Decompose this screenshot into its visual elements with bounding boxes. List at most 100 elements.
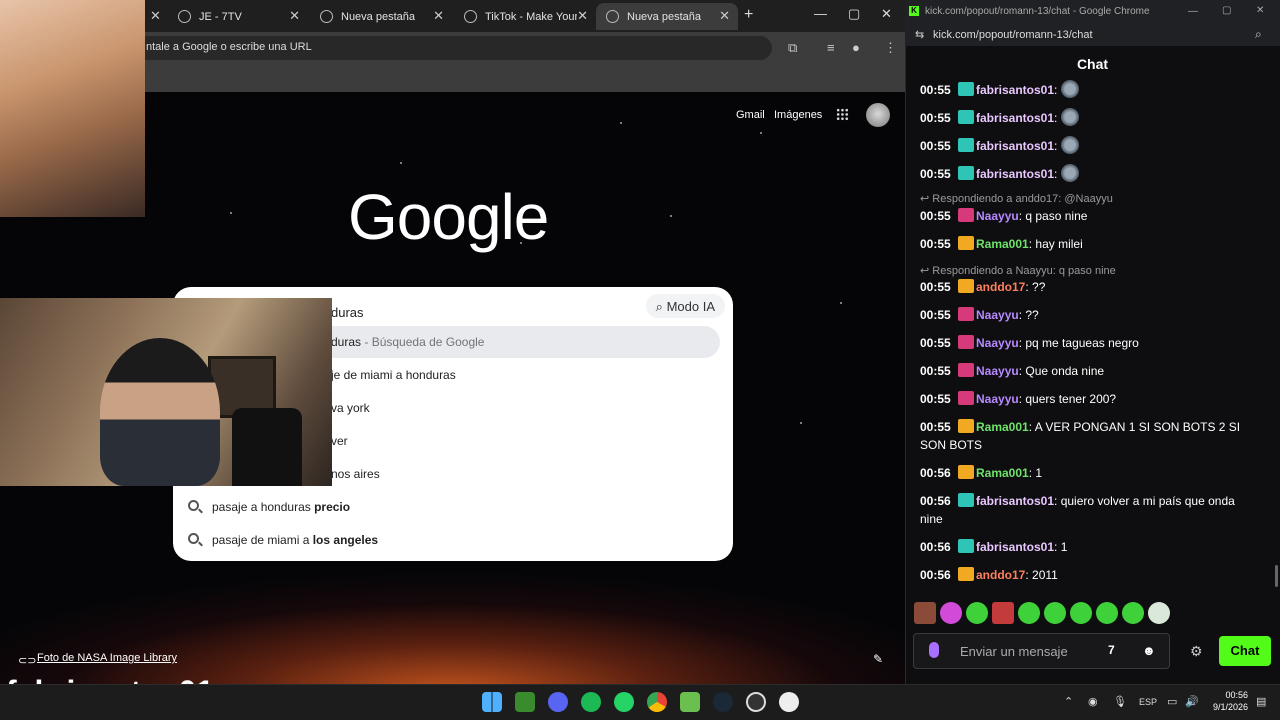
suggestion[interactable]: pasaje a honduras precio: [173, 491, 733, 523]
site-info-icon[interactable]: ⇆: [915, 28, 924, 41]
send-chat-button[interactable]: Chat: [1219, 636, 1271, 666]
profile-icon[interactable]: ●: [852, 40, 860, 55]
close-icon[interactable]: ✕: [433, 8, 444, 24]
close-icon[interactable]: ✕: [289, 8, 300, 24]
images-link[interactable]: Imágenes: [774, 109, 822, 121]
emote-icon[interactable]: [1096, 602, 1118, 624]
ai-mode-button[interactable]: ⌕ Modo IA: [645, 294, 725, 318]
webcam-overlay-streamer: [0, 298, 332, 486]
chat-url-bar[interactable]: kick.com/popout/romann-13/chat: [905, 24, 1280, 46]
badge-icon: [958, 567, 974, 581]
notification-icon[interactable]: ▤: [1256, 695, 1266, 708]
emote-bar: [914, 602, 1184, 624]
chat-message: 00:55 Naayyu: q paso nine: [920, 208, 1088, 223]
network-icon[interactable]: ▭: [1167, 695, 1177, 708]
kick-logo-icon: K: [909, 6, 919, 16]
media-icon[interactable]: ≡: [827, 40, 835, 55]
chat-header: Chat: [1076, 56, 1109, 72]
emote-icon: [1060, 80, 1079, 98]
gear-icon[interactable]: ⚙: [1190, 643, 1203, 660]
tab-tiktok[interactable]: TikTok - Make Your Da✕: [454, 3, 596, 30]
apps-grid-icon[interactable]: [836, 108, 849, 121]
emoji-icon[interactable]: ☻: [1142, 643, 1156, 658]
emote-icon[interactable]: [1070, 602, 1092, 624]
emote-icon[interactable]: [1122, 602, 1144, 624]
menu-icon[interactable]: ⋮: [884, 40, 897, 56]
google-logo: Google: [348, 181, 549, 253]
maximize-icon[interactable]: ▢: [1222, 5, 1231, 16]
chat-message: 00:55 fabrisantos01:: [920, 108, 1260, 127]
chat-message: 00:55 anddo17: ??: [920, 279, 1046, 294]
chat-message: 00:56 Rama001: 1: [920, 465, 1043, 480]
avatar[interactable]: [866, 103, 890, 127]
emote-icon[interactable]: [1018, 602, 1040, 624]
clock[interactable]: 00:56 9/1/2026: [1200, 689, 1248, 713]
webcam-overlay-top: [0, 0, 145, 217]
badge-icon: [958, 419, 974, 433]
badge-icon: [958, 82, 974, 96]
badge-icon: [958, 110, 974, 124]
new-tab-icon[interactable]: +: [744, 6, 753, 24]
chat-input-placeholder: Enviar un mensaje: [960, 644, 1068, 659]
emote-icon[interactable]: [992, 602, 1014, 624]
chat-message: 00:55 fabrisantos01:: [920, 164, 1260, 183]
tab-new-tab-1[interactable]: Nueva pestaña ✕: [310, 3, 452, 30]
microphone-tray-icon[interactable]: 🎙: [1113, 695, 1127, 708]
maximize-icon[interactable]: ▢: [848, 6, 860, 22]
photo-credit-link[interactable]: Foto de NASA Image Library: [37, 652, 177, 664]
emote-icon[interactable]: [940, 602, 962, 624]
extensions-icon[interactable]: ⧉: [788, 40, 797, 56]
steam-tray-icon[interactable]: ◉: [1088, 695, 1098, 708]
emote-icon[interactable]: [1044, 602, 1066, 624]
whatsapp-icon[interactable]: [614, 692, 634, 712]
volume-icon[interactable]: 🔊: [1185, 695, 1199, 708]
chrome-icon[interactable]: [647, 692, 667, 712]
zoom-icon[interactable]: ⌕: [1255, 27, 1262, 42]
chat-message: 00:55 Rama001: A VER PONGAN 1 SI SON BOTS…: [920, 419, 1241, 452]
chrome-icon: [606, 10, 619, 23]
chat-message: 00:55 Naayyu: ??: [920, 307, 1039, 322]
7tv-emote-icon[interactable]: 7: [1108, 643, 1115, 657]
spotify-icon[interactable]: [581, 692, 601, 712]
emote-icon[interactable]: [966, 602, 988, 624]
microphone-icon[interactable]: [929, 642, 939, 658]
chat-message: 00:55 fabrisantos01:: [920, 80, 1260, 99]
windows-start-icon[interactable]: [482, 692, 502, 712]
emote-icon: [1060, 164, 1079, 182]
minimize-icon[interactable]: —: [1188, 6, 1198, 17]
gmail-link[interactable]: Gmail: [736, 109, 765, 121]
close-icon[interactable]: ✕: [577, 8, 588, 24]
suggestion[interactable]: pasaje de miami a los angeles: [173, 524, 733, 556]
emote-icon[interactable]: [914, 602, 936, 624]
edit-pencil-icon[interactable]: ✎: [873, 652, 883, 666]
chat-message: 00:55 Naayyu: quers tener 200?: [920, 391, 1117, 406]
badge-icon: [958, 208, 974, 222]
tab-new-tab-active[interactable]: Nueva pestaña ✕: [596, 3, 738, 30]
badge-icon: [958, 236, 974, 250]
discord-icon[interactable]: [548, 692, 568, 712]
badge-icon: [958, 279, 974, 293]
emote-icon: [1060, 108, 1079, 126]
search-icon: [188, 500, 199, 511]
close-window-icon[interactable]: ✕: [881, 6, 892, 22]
badge-icon: [958, 138, 974, 152]
minecraft-launcher-icon[interactable]: [680, 692, 700, 712]
app-icon[interactable]: [779, 692, 799, 712]
chat-message: 00:55 Naayyu: pq me tagueas negro: [920, 335, 1139, 350]
chevron-up-icon[interactable]: ⌃: [1064, 695, 1073, 708]
steam-icon[interactable]: [713, 692, 733, 712]
badge-icon: [958, 335, 974, 349]
close-window-icon[interactable]: ✕: [1256, 5, 1264, 16]
obs-icon[interactable]: [746, 692, 766, 712]
minimize-icon[interactable]: —: [814, 6, 827, 21]
close-icon[interactable]: ✕: [719, 8, 730, 24]
emote-icon[interactable]: [1148, 602, 1170, 624]
close-icon[interactable]: ✕: [150, 8, 161, 24]
minecraft-icon[interactable]: [515, 692, 535, 712]
language-indicator[interactable]: ESP: [1139, 697, 1157, 707]
reply-context: ↩ Respondiendo a anddo17: @Naayyu: [920, 193, 1113, 205]
chat-scrollbar[interactable]: [1275, 565, 1278, 587]
tab-7tv[interactable]: JE - 7TV ✕: [168, 3, 308, 30]
badge-icon: [958, 465, 974, 479]
emote-icon: [1060, 136, 1079, 154]
